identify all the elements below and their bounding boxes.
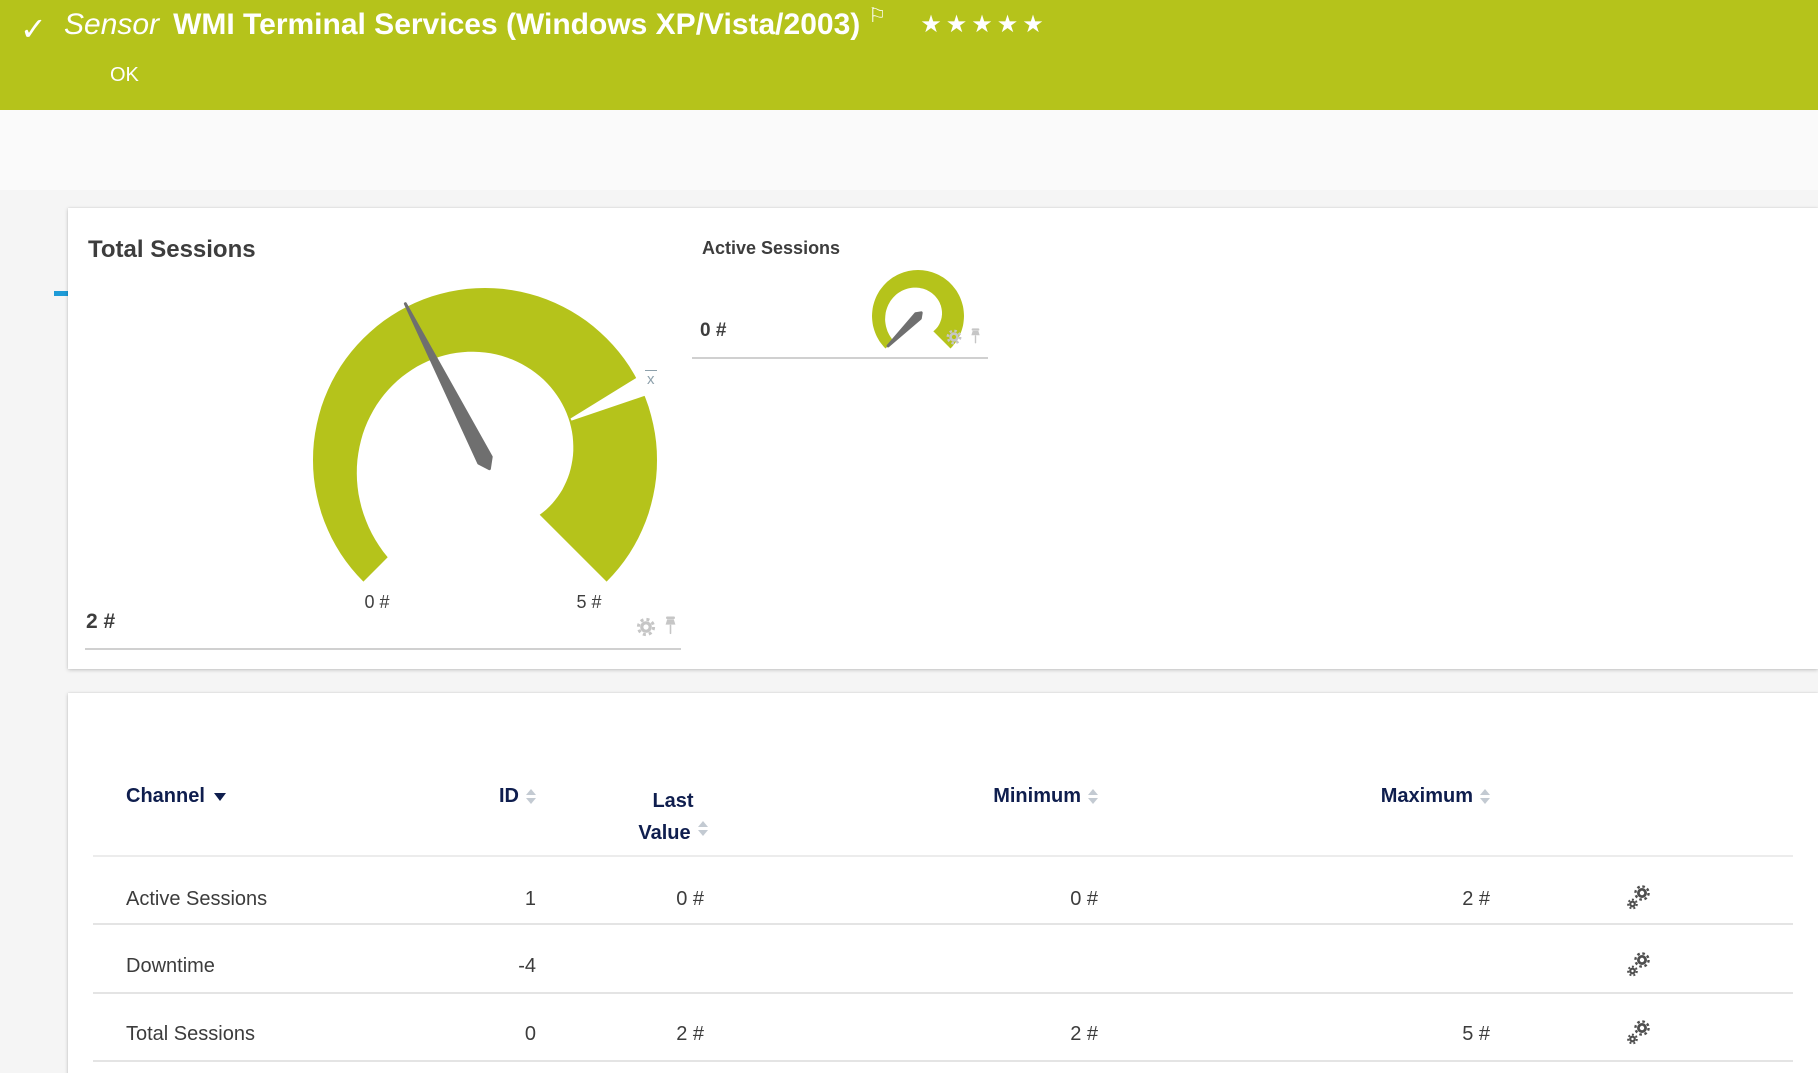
channel-settings-gear-icon[interactable] <box>945 328 963 346</box>
total-sessions-gauge <box>288 252 688 622</box>
total-sessions-current-value: 2 # <box>86 610 115 634</box>
column-label: Value <box>638 817 690 849</box>
object-kind-label: Sensor <box>64 8 159 42</box>
active-sessions-gauge-title: Active Sessions <box>702 238 840 259</box>
channel-id: 1 <box>436 888 536 911</box>
column-header-last-value[interactable]: Last Value <box>588 785 758 849</box>
column-label: Minimum <box>993 785 1081 808</box>
column-label: Maximum <box>1381 785 1473 808</box>
channel-id: 0 <box>436 1023 536 1046</box>
gauges-panel: Total Sessions 0 # 5 # x 2 # Active Sess… <box>68 208 1818 669</box>
page-title: WMI Terminal Services (Windows XP/Vista/… <box>173 8 860 42</box>
tab-bar: Overview Live Data 2 days 30 days 365 <box>0 110 1818 190</box>
channel-last-value: 2 # <box>604 1023 704 1046</box>
sort-icon <box>526 789 536 804</box>
prtg-sensor-page: ✓ Sensor WMI Terminal Services (Windows … <box>0 0 1818 1073</box>
sort-icon <box>1088 789 1098 804</box>
row-divider <box>93 992 1793 994</box>
sort-icon <box>698 821 708 836</box>
channel-settings-gears-icon[interactable] <box>1624 883 1654 913</box>
gauge-scale-min: 0 # <box>347 592 407 613</box>
channel-maximum: 5 # <box>1390 1023 1490 1046</box>
gauge-scale-max: 5 # <box>559 592 619 613</box>
channel-name: Active Sessions <box>126 888 267 911</box>
column-label: Last <box>588 785 758 817</box>
column-header-channel[interactable]: Channel <box>126 785 226 808</box>
column-header-id[interactable]: ID <box>386 785 536 808</box>
average-marker: x <box>645 370 657 387</box>
gauge-block-divider <box>85 648 681 650</box>
channels-table-panel: Channel ID Last Value Minimum Maximum Ac… <box>68 693 1818 1073</box>
channel-name: Total Sessions <box>126 1023 255 1046</box>
flag-icon[interactable]: ⚐ <box>868 3 886 27</box>
column-header-maximum[interactable]: Maximum <box>1290 785 1490 808</box>
channel-last-value: 0 # <box>604 888 704 911</box>
gauge-block-divider <box>692 357 988 359</box>
status-text: OK <box>110 64 139 87</box>
total-sessions-gauge-title: Total Sessions <box>88 236 256 264</box>
header-title-line: Sensor WMI Terminal Services (Windows XP… <box>64 8 1048 42</box>
pin-icon[interactable] <box>663 616 678 636</box>
active-sessions-gauge <box>858 261 978 365</box>
pin-icon[interactable] <box>969 328 982 345</box>
active-gauge-tools <box>945 328 982 346</box>
sort-icon <box>1480 789 1490 804</box>
channel-settings-gears-icon[interactable] <box>1624 1018 1654 1048</box>
column-label: Channel <box>126 785 205 808</box>
channel-id: -4 <box>436 955 536 978</box>
channel-minimum: 2 # <box>998 1023 1098 1046</box>
total-gauge-tools <box>635 616 678 638</box>
column-label: ID <box>499 785 519 808</box>
priority-stars[interactable]: ★★★★★ <box>920 10 1048 38</box>
channel-settings-gears-icon[interactable] <box>1624 950 1654 980</box>
row-divider <box>93 923 1793 925</box>
sort-desc-icon <box>214 793 226 801</box>
channel-settings-gear-icon[interactable] <box>635 616 657 638</box>
channel-name: Downtime <box>126 955 215 978</box>
channel-maximum: 2 # <box>1390 888 1490 911</box>
ok-check-icon: ✓ <box>20 10 47 48</box>
active-sessions-current-value: 0 # <box>700 320 726 342</box>
table-header-divider <box>93 855 1793 857</box>
row-divider <box>93 1060 1793 1062</box>
column-header-minimum[interactable]: Minimum <box>898 785 1098 808</box>
channel-minimum: 0 # <box>998 888 1098 911</box>
sensor-status-header: ✓ Sensor WMI Terminal Services (Windows … <box>0 0 1818 110</box>
